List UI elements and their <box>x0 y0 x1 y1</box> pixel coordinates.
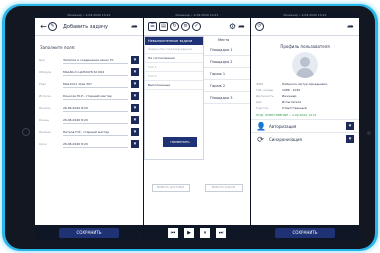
field-value[interactable]: Кльосов Ю.Р., старший мастер <box>63 93 128 100</box>
field-label: Цех <box>39 58 45 62</box>
camera <box>367 131 371 135</box>
toolbar: ⟳ ➦ <box>251 18 359 36</box>
field-value[interactable]: MGL60-m ЦАП4476 бл 604 <box>63 69 128 76</box>
field-label: Начало <box>39 106 51 110</box>
filter-dropdown: Невыполненные задачи Задачи без подтверж… <box>144 36 204 160</box>
field-label: Срок <box>39 142 47 146</box>
sync-section[interactable]: ⟳ Синхронизация ▾ <box>251 132 359 145</box>
home-button[interactable] <box>22 128 30 136</box>
dropdown-item[interactable]: На согласовании <box>145 54 203 63</box>
chevron-down-icon[interactable]: ▾ <box>131 80 139 88</box>
status-line: ПОД. ОПЕРАТИВНЫЕ • 4.09.2020 14:21 <box>256 113 317 117</box>
field-value[interactable]: 26.06.2020 8:20 <box>63 105 128 112</box>
chevron-down-icon[interactable]: ▾ <box>131 140 139 148</box>
list-icon[interactable]: ≡ <box>181 22 190 31</box>
dropdown-header[interactable]: Невыполненные задачи <box>145 37 203 45</box>
avatar-body <box>296 68 314 78</box>
form-row: Узел MGL1011 1kas 307 ▾ <box>35 78 143 90</box>
share-icon[interactable]: ➦ <box>237 22 246 31</box>
bottom-bar: СОХРАНИТЬ <box>35 225 143 241</box>
form-row: Цех Залитие и соединение заказ 70 ▾ <box>35 54 143 66</box>
settings-icon[interactable]: ⚙ <box>228 22 237 31</box>
skip-forward-icon[interactable]: ⏭ <box>216 228 226 238</box>
task-icon: ✎ <box>48 22 57 31</box>
form-row: Начало 26.06.2020 8:20 ▾ <box>35 102 143 114</box>
bottom-bar: СОХРАНИТЬ <box>251 225 359 241</box>
field-label: Исполн. <box>39 94 52 98</box>
sync-label: Синхронизация <box>269 136 302 142</box>
page-title: Добавить задачу <box>63 23 108 30</box>
form-title: Заполните поля: <box>40 45 76 50</box>
form-row: Срок 26.06.2020 8:20 ▾ <box>35 138 143 150</box>
form-row: Оборуд. MGL60-m ЦАП4476 бл 604 ▾ <box>35 66 143 78</box>
share-icon[interactable]: ➦ <box>346 22 355 31</box>
apply-button[interactable]: ПРИМЕНИТЬ <box>163 137 197 147</box>
field-label: Оборуд. <box>39 70 52 74</box>
dropdown-item[interactable]: Выполненные <box>145 81 203 90</box>
refresh-icon[interactable]: ↻ <box>170 22 179 31</box>
sync-icon: ⟳ <box>257 134 264 144</box>
profile-screen: Инженер • 4.09.2020 14:21 ⟳ ➦ Профиль по… <box>251 12 359 241</box>
chevron-down-icon[interactable]: ▾ <box>346 122 354 130</box>
column-header-place: Место <box>218 38 230 42</box>
check-icon[interactable]: ✓ <box>192 22 201 31</box>
sync-icon[interactable]: ⟳ <box>255 22 264 31</box>
chevron-down-icon[interactable]: ▾ <box>131 116 139 124</box>
field-label: Примеч. <box>39 130 52 134</box>
chevron-down-icon[interactable]: ▾ <box>131 56 139 64</box>
user-icon: 👤 <box>256 121 266 131</box>
save-button[interactable]: СОХРАНИТЬ <box>275 228 335 238</box>
select-deliveries-button[interactable]: ВЫБРАТЬ ДОСТАВКИ <box>151 184 190 192</box>
media-controls: ⏮ ▶ ⏸ ⏭ <box>144 225 250 241</box>
footer-buttons: ВЫБРАТЬ ДОСТАВКИ ВЫБРАТЬ ЗАДАЧИ <box>144 184 250 192</box>
share-icon[interactable]: ➦ <box>130 22 139 31</box>
auth-section[interactable]: 👤 Авторизация ▾ <box>251 119 359 132</box>
tablet-screen: Инженер • 4.09.2020 14:21 ← ✎ Добавить з… <box>35 12 359 241</box>
info-key: Участок <box>256 106 269 110</box>
form-fields: Цех Залитие и соединение заказ 70 ▾ Оборуд… <box>35 54 143 150</box>
field-value[interactable]: Залитие и соединение заказ 70 <box>63 57 128 64</box>
field-label: Конец <box>39 118 49 122</box>
toolbar: ☰ ▤ ↻ ≡ ✓ ⚙ ➦ <box>144 18 250 36</box>
play-icon[interactable]: ▶ <box>184 228 194 238</box>
chevron-down-icon[interactable]: ▾ <box>131 92 139 100</box>
save-button[interactable]: СОХРАНИТЬ <box>59 228 119 238</box>
chevron-down-icon[interactable]: ▾ <box>131 128 139 136</box>
form-row: Примеч. Петров П.Р., старший мастер ▾ <box>35 126 143 138</box>
pause-icon[interactable]: ⏸ <box>200 228 210 238</box>
chevron-down-icon[interactable]: ▾ <box>346 135 354 143</box>
add-task-screen: Инженер • 4.09.2020 14:21 ← ✎ Добавить з… <box>35 12 143 241</box>
dropdown-item[interactable]: Тип 2 <box>145 72 203 81</box>
profile-title: Профиль пользователя <box>280 44 330 49</box>
form-row: Конец 26.06.2020 8:20 ▾ <box>35 114 143 126</box>
field-value[interactable]: 26.06.2020 8:20 <box>63 141 128 148</box>
toolbar: ← ✎ Добавить задачу ➦ <box>35 18 143 36</box>
dropdown-item[interactable]: Тип 1 <box>145 63 203 72</box>
field-label: Узел <box>39 82 47 86</box>
skip-back-icon[interactable]: ⏮ <box>168 228 178 238</box>
info-row: Участок Ответственный <box>251 105 359 111</box>
document-icon[interactable]: ▤ <box>159 22 168 31</box>
avatar-head <box>300 57 310 67</box>
back-icon[interactable]: ← <box>39 22 48 31</box>
info-value: Ответственный <box>282 106 307 110</box>
chevron-down-icon[interactable]: ▾ <box>131 104 139 112</box>
auth-label: Авторизация <box>269 123 297 129</box>
profile-info: ФИО Либенсон Артур Аркадьевич Таб. номер 1… <box>251 81 359 111</box>
form-row: Исполн. Кльосов Ю.Р., старший мастер ▾ <box>35 90 143 102</box>
field-value[interactable]: 26.06.2020 8:20 <box>63 117 128 124</box>
avatar <box>292 52 318 78</box>
filter-icon[interactable]: ☰ <box>148 22 157 31</box>
dropdown-item[interactable]: Задачи без подтверждения <box>145 45 203 54</box>
field-value[interactable]: Петров П.Р., старший мастер <box>63 129 128 136</box>
chevron-down-icon[interactable]: ▾ <box>131 68 139 76</box>
task-list-screen: Инженер • 4.09.2020 14:21 ☰ ▤ ↻ ≡ ✓ ⚙ ➦ … <box>144 12 250 241</box>
select-tasks-button[interactable]: ВЫБРАТЬ ЗАДАЧИ <box>204 184 243 192</box>
field-value[interactable]: MGL1011 1kas 307 <box>63 81 128 88</box>
